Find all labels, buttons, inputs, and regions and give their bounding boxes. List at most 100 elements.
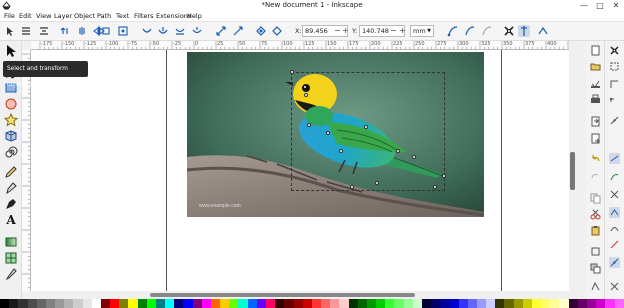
menu-path[interactable]: Path: [97, 11, 111, 22]
calligraphy-icon[interactable]: [4, 197, 18, 211]
color-swatch[interactable]: [357, 299, 367, 308]
clone-icon[interactable]: [590, 281, 601, 292]
color-swatch[interactable]: [284, 299, 294, 308]
gradient-icon[interactable]: [4, 235, 18, 249]
lower-icon[interactable]: [157, 25, 169, 37]
undo-icon[interactable]: [590, 154, 601, 165]
box3d-icon[interactable]: [4, 129, 18, 143]
scale-rounded-corners-icon[interactable]: [464, 25, 476, 37]
selection-handle[interactable]: [396, 149, 400, 153]
color-swatch[interactable]: [458, 299, 468, 308]
select-all-icon[interactable]: [4, 25, 16, 37]
menu-text[interactable]: Text: [116, 11, 129, 22]
move-gradients-icon[interactable]: [481, 25, 493, 37]
color-swatch[interactable]: [45, 299, 56, 308]
color-swatch[interactable]: [55, 299, 65, 308]
save-icon[interactable]: [590, 78, 601, 89]
color-swatch[interactable]: [275, 299, 285, 308]
color-swatch[interactable]: [210, 299, 221, 308]
selection-bounding-box[interactable]: [290, 70, 446, 191]
menu-filters[interactable]: Filters: [134, 11, 153, 22]
deselect-icon[interactable]: [38, 25, 50, 37]
menu-layer[interactable]: Layer: [54, 11, 72, 22]
color-swatch[interactable]: [513, 299, 523, 308]
color-swatch[interactable]: [577, 299, 587, 308]
snap-nodes-icon[interactable]: [537, 25, 549, 37]
color-swatch[interactable]: [394, 299, 404, 308]
color-swatch[interactable]: [256, 299, 266, 308]
color-swatch[interactable]: [119, 299, 129, 308]
color-swatch[interactable]: [596, 299, 606, 308]
copy-icon[interactable]: [590, 193, 601, 204]
selection-handle[interactable]: [433, 185, 437, 189]
menu-object[interactable]: Object: [74, 11, 95, 22]
raise-icon[interactable]: [141, 25, 153, 37]
snap-page-border-icon[interactable]: [609, 281, 620, 292]
color-swatch[interactable]: [467, 299, 477, 308]
color-swatch[interactable]: [440, 299, 450, 308]
star-icon[interactable]: [4, 113, 18, 127]
flip-vertical-icon[interactable]: [100, 25, 112, 37]
selection-handle[interactable]: [375, 181, 379, 185]
color-swatch[interactable]: [18, 299, 28, 308]
color-swatch[interactable]: [265, 299, 276, 308]
color-swatch[interactable]: [587, 299, 597, 308]
text-icon[interactable]: A: [4, 213, 18, 227]
color-swatch[interactable]: [311, 299, 322, 308]
snap-smooth-nodes-icon[interactable]: [609, 223, 620, 234]
x-decrement-button[interactable]: −: [334, 25, 341, 37]
color-swatch[interactable]: [220, 299, 230, 308]
horizontal-ruler[interactable]: -175 -150 -125 -100 -75 -50 -25 0 25 50 75 100 125 15…: [31, 41, 569, 50]
menu-file[interactable]: File: [4, 11, 15, 22]
selection-handle[interactable]: [364, 125, 368, 129]
snap-bbox-corners-icon[interactable]: [609, 97, 620, 108]
snap-cusp-nodes-icon[interactable]: [609, 207, 620, 218]
snap-bounding-box-icon[interactable]: [518, 25, 530, 37]
color-swatch[interactable]: [100, 299, 111, 308]
paste-icon[interactable]: [590, 225, 601, 236]
raise-to-top-icon[interactable]: [117, 25, 129, 37]
x-increment-button[interactable]: +: [342, 25, 349, 37]
selection-handle[interactable]: [304, 93, 308, 97]
color-swatch[interactable]: [476, 299, 487, 308]
color-swatch[interactable]: [110, 299, 120, 308]
color-swatch[interactable]: [192, 299, 202, 308]
color-swatch[interactable]: [27, 299, 37, 308]
color-swatch[interactable]: [36, 299, 46, 308]
cut-icon[interactable]: [590, 209, 601, 220]
menu-edit[interactable]: Edit: [19, 11, 32, 22]
ellipse-icon[interactable]: [4, 97, 18, 111]
color-swatch[interactable]: [504, 299, 514, 308]
selection-handle[interactable]: [290, 70, 294, 74]
unit-select[interactable]: mm ▼: [410, 25, 434, 37]
color-swatch[interactable]: [605, 299, 615, 308]
zoom-selection-icon[interactable]: [590, 246, 601, 257]
duplicate-icon[interactable]: [590, 263, 601, 274]
selection-handle[interactable]: [326, 131, 330, 135]
snap-nodes-icon[interactable]: [609, 153, 620, 164]
color-swatch[interactable]: [201, 299, 211, 308]
color-swatch[interactable]: [229, 299, 239, 308]
color-swatch[interactable]: [73, 299, 83, 308]
snap-intersections-icon[interactable]: [609, 189, 620, 200]
y-decrement-button[interactable]: −: [390, 25, 397, 37]
rotate-cw-icon[interactable]: [76, 25, 88, 37]
color-swatch[interactable]: [531, 299, 542, 308]
print-icon[interactable]: [590, 94, 601, 105]
select-all-layers-icon[interactable]: [20, 25, 32, 37]
snap-paths-icon[interactable]: [609, 171, 620, 182]
color-swatch[interactable]: [238, 299, 248, 308]
color-swatch[interactable]: [348, 299, 358, 308]
color-swatch[interactable]: [559, 299, 569, 308]
new-document-icon[interactable]: [590, 45, 601, 56]
y-increment-button[interactable]: +: [399, 25, 406, 37]
rotate-ccw-icon[interactable]: [60, 25, 72, 37]
snap-global-icon[interactable]: [503, 25, 515, 37]
snap-midpoints-icon[interactable]: [609, 115, 620, 126]
menu-extensions[interactable]: Extensions: [156, 11, 191, 22]
color-swatch[interactable]: [128, 299, 138, 308]
color-swatch[interactable]: [522, 299, 532, 308]
close-button[interactable]: ✕: [610, 0, 622, 11]
color-swatch[interactable]: [486, 299, 496, 308]
pencil-icon[interactable]: [4, 165, 18, 179]
